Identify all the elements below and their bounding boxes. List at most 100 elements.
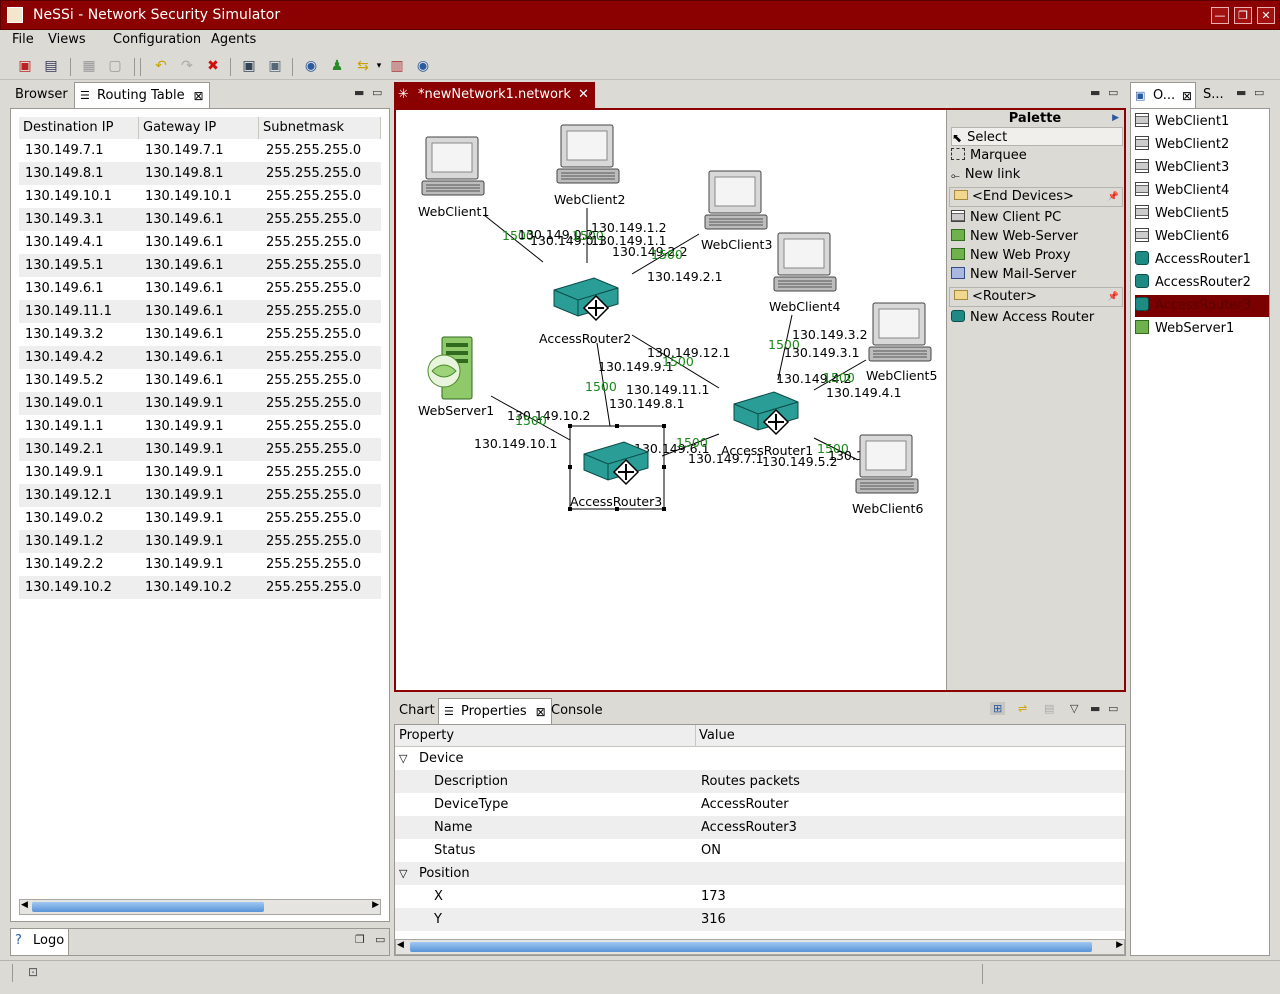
palette-tool-marquee[interactable]: Marquee xyxy=(951,146,1027,165)
scrollbar-thumb[interactable] xyxy=(32,902,264,912)
col-subnetmask[interactable]: Subnetmask xyxy=(259,117,381,139)
scroll-left-icon[interactable]: ◀ xyxy=(21,900,28,910)
table-row[interactable]: 130.149.0.1 130.149.9.1 255.255.255.0 xyxy=(19,392,381,415)
minimize-button[interactable]: — xyxy=(1211,7,1229,24)
table-row[interactable]: 130.149.1.2 130.149.9.1 255.255.255.0 xyxy=(19,530,381,553)
scrollbar-thumb[interactable] xyxy=(410,942,1092,952)
tab-second[interactable]: S... xyxy=(1198,82,1229,108)
col-gateway-ip[interactable]: Gateway IP xyxy=(139,117,259,139)
expand-triangle-icon[interactable]: ▽ xyxy=(399,867,413,880)
network-canvas[interactable]: 1500 130.149.0.2 130.149.0.1 1500 130.14… xyxy=(396,110,944,690)
maximize-icon[interactable]: ▭ xyxy=(1108,702,1118,715)
outline-item[interactable]: WebClient3 xyxy=(1135,157,1269,179)
device-accessrouter3[interactable]: AccessRouter3 xyxy=(568,424,666,511)
menu-configuration[interactable]: Configuration xyxy=(113,32,201,47)
table-row[interactable]: 130.149.12.1 130.149.9.1 255.255.255.0 xyxy=(19,484,381,507)
close-icon[interactable]: ⊠ xyxy=(194,83,204,109)
horizontal-scrollbar[interactable]: ◀ ▶ xyxy=(395,939,1125,955)
device-webclient2[interactable]: WebClient2 xyxy=(554,124,625,207)
table-row[interactable]: 130.149.11.1 130.149.6.1 255.255.255.0 xyxy=(19,300,381,323)
scroll-left-icon[interactable]: ◀ xyxy=(397,940,404,950)
palette-item-new-client-pc[interactable]: New Client PC xyxy=(951,208,1061,227)
profile-icon[interactable]: ◉ xyxy=(302,57,320,75)
maximize-icon[interactable]: ▭ xyxy=(375,933,385,946)
device-webclient1[interactable]: WebClient1 xyxy=(418,136,489,219)
table-row[interactable]: 130.149.5.1 130.149.6.1 255.255.255.0 xyxy=(19,254,381,277)
menu-file[interactable]: File xyxy=(12,32,34,47)
outline-item[interactable]: WebClient1 xyxy=(1135,111,1269,133)
undo-icon[interactable]: ↶ xyxy=(152,57,170,75)
table-row[interactable]: 130.149.9.1 130.149.9.1 255.255.255.0 xyxy=(19,461,381,484)
menu-views[interactable]: Views xyxy=(48,32,86,47)
palette-item-new-access-router[interactable]: New Access Router xyxy=(951,308,1094,327)
save-icon[interactable]: ▣ xyxy=(240,57,258,75)
chevron-right-icon[interactable]: ▶ xyxy=(1112,111,1119,125)
table-row[interactable]: 130.149.4.2 130.149.6.1 255.255.255.0 xyxy=(19,346,381,369)
redo-icon[interactable]: ↷ xyxy=(178,57,196,75)
palette-group-router[interactable]: <Router> 📌 xyxy=(949,287,1123,307)
device-webclient3[interactable]: WebClient3 xyxy=(701,170,772,252)
tab-network-editor[interactable]: ✳ *newNetwork1.network ✕ xyxy=(394,82,595,108)
outline-item[interactable]: WebClient4 xyxy=(1135,180,1269,202)
tab-browser[interactable]: Browser xyxy=(10,82,73,108)
outline-item[interactable]: WebClient2 xyxy=(1135,134,1269,156)
property-row[interactable]: Name AccessRouter3 xyxy=(395,816,1125,839)
close-icon[interactable]: ⊠ xyxy=(1182,83,1192,109)
tab-properties[interactable]: ☰ Properties ⊠ xyxy=(438,698,552,724)
outline-item[interactable]: WebClient5 xyxy=(1135,203,1269,225)
minimize-icon[interactable]: ▬ xyxy=(1236,86,1246,99)
column-divider[interactable] xyxy=(695,725,696,747)
view-menu-icon[interactable]: ▽ xyxy=(1070,702,1078,715)
table-row[interactable]: 130.149.7.1 130.149.7.1 255.255.255.0 xyxy=(19,139,381,162)
outline-item[interactable]: AccessRouter1 xyxy=(1135,249,1269,271)
table-row[interactable]: 130.149.8.1 130.149.8.1 255.255.255.0 xyxy=(19,162,381,185)
agent-icon[interactable]: ♟ xyxy=(328,57,346,75)
device-webserver1[interactable]: WebServer1 xyxy=(418,336,494,418)
property-row[interactable]: DeviceType AccessRouter xyxy=(395,793,1125,816)
col-value[interactable]: Value xyxy=(699,728,735,743)
save-all-icon[interactable]: ▣ xyxy=(266,57,284,75)
restore-default-icon[interactable]: ▤ xyxy=(1044,702,1054,715)
device-webclient5[interactable]: WebClient5 xyxy=(866,302,937,383)
table-row[interactable]: 130.149.6.1 130.149.6.1 255.255.255.0 xyxy=(19,277,381,300)
scroll-right-icon[interactable]: ▶ xyxy=(1116,940,1123,950)
table-row[interactable]: 130.149.2.2 130.149.9.1 255.255.255.0 xyxy=(19,553,381,576)
palette-item-new-web-server[interactable]: New Web-Server xyxy=(951,227,1078,246)
outline-item[interactable]: AccessRouter2 xyxy=(1135,272,1269,294)
palette-tool-new-link[interactable]: ⟜ New link xyxy=(951,165,1020,184)
table-row[interactable]: 130.149.5.2 130.149.6.1 255.255.255.0 xyxy=(19,369,381,392)
simulate-icon[interactable]: ◉ xyxy=(414,57,432,75)
palette-item-new-web-proxy[interactable]: New Web Proxy xyxy=(951,246,1071,265)
minimize-icon[interactable]: ▬ xyxy=(354,86,364,99)
table-row[interactable]: 130.149.0.2 130.149.9.1 255.255.255.0 xyxy=(19,507,381,530)
filter-icon[interactable]: ⇌ xyxy=(1018,702,1027,715)
property-row[interactable]: X 173 xyxy=(395,885,1125,908)
device-webclient6[interactable]: WebClient6 xyxy=(852,434,923,516)
tab-outline[interactable]: ▣ O... ⊠ xyxy=(1130,82,1196,108)
close-icon[interactable]: ⊠ xyxy=(536,699,546,725)
tab-console[interactable]: Console xyxy=(546,698,608,724)
horizontal-scrollbar[interactable]: ◀ ▶ xyxy=(19,899,381,915)
table-row[interactable]: 130.149.3.1 130.149.6.1 255.255.255.0 xyxy=(19,208,381,231)
col-property[interactable]: Property xyxy=(399,728,454,743)
scroll-right-icon[interactable]: ▶ xyxy=(372,900,379,910)
property-row[interactable]: Description Routes packets xyxy=(395,770,1125,793)
table-row[interactable]: 130.149.4.1 130.149.6.1 255.255.255.0 xyxy=(19,231,381,254)
maximize-icon[interactable]: ▭ xyxy=(1108,86,1118,99)
palette-item-new-mail-server[interactable]: New Mail-Server xyxy=(951,265,1076,284)
property-row[interactable]: Status ON xyxy=(395,839,1125,862)
maximize-button[interactable]: ❐ xyxy=(1234,7,1252,24)
outline-item[interactable]: AccessRouter3 xyxy=(1135,295,1269,317)
chart-icon[interactable]: ▥ xyxy=(388,57,406,75)
restore-icon[interactable]: ❐ xyxy=(355,933,365,946)
tab-logo[interactable]: ? Logo xyxy=(11,929,69,955)
property-group-row[interactable]: ▽ Device xyxy=(395,747,1125,770)
tab-chart[interactable]: Chart xyxy=(394,698,440,724)
col-destination-ip[interactable]: Destination IP xyxy=(19,117,139,139)
table-row[interactable]: 130.149.2.1 130.149.9.1 255.255.255.0 xyxy=(19,438,381,461)
device-accessrouter2[interactable]: AccessRouter2 xyxy=(539,277,631,346)
pin-icon[interactable]: 📌 xyxy=(1108,188,1119,206)
new-network-icon[interactable]: ▣ xyxy=(16,57,34,75)
device-accessrouter1[interactable]: AccessRouter1 xyxy=(721,391,813,458)
close-button[interactable]: ✕ xyxy=(1257,7,1275,24)
